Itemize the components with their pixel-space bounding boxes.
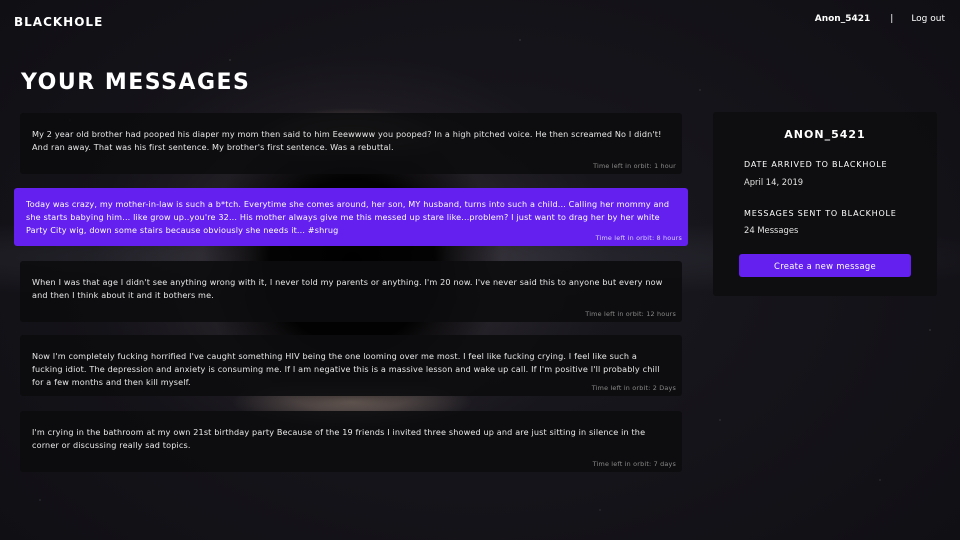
messages-sent-value: 24 Messages [744,225,799,235]
message-text: My 2 year old brother had pooped his dia… [32,129,662,152]
message-text: When I was that age I didn't see anythin… [32,277,663,300]
logout-link[interactable]: Log out [911,14,945,24]
orbit-time-label: Time left in orbit: 2 Days [591,384,676,392]
create-message-button[interactable]: Create a new message [739,254,911,277]
profile-panel: ANON_5421 DATE ARRIVED TO BLACKHOLE Apri… [713,112,937,296]
orbit-time-label: Time left in orbit: 12 hours [585,310,676,318]
profile-name: ANON_5421 [784,128,866,141]
arrived-date-value: April 14, 2019 [744,177,804,187]
message-card[interactable]: My 2 year old brother had pooped his dia… [20,113,682,174]
message-text: I'm crying in the bathroom at my own 21s… [32,427,646,450]
message-card[interactable]: I'm crying in the bathroom at my own 21s… [20,411,682,472]
message-card[interactable]: When I was that age I didn't see anythin… [20,261,682,322]
arrived-date-label: DATE ARRIVED TO BLACKHOLE [744,160,888,169]
messages-sent-label: MESSAGES SENT TO BLACKHOLE [744,209,897,218]
message-text: Now I'm completely fucking horrified I'v… [32,351,660,387]
orbit-time-label: Time left in orbit: 7 days [592,460,676,468]
message-card[interactable]: Now I'm completely fucking horrified I'v… [20,335,682,396]
message-text: Today was crazy, my mother-in-law is suc… [26,199,670,235]
brand-logo[interactable]: BLACKHOLE [14,15,103,29]
page-title: YOUR MESSAGES [21,70,251,95]
top-nav: Anon_5421 | Log out [815,14,945,24]
orbit-time-label: Time left in orbit: 8 hours [595,234,682,242]
username-link[interactable]: Anon_5421 [815,14,871,24]
nav-separator: | [890,14,894,24]
orbit-time-label: Time left in orbit: 1 hour [593,162,676,170]
message-card-selected[interactable]: Today was crazy, my mother-in-law is suc… [14,188,688,246]
